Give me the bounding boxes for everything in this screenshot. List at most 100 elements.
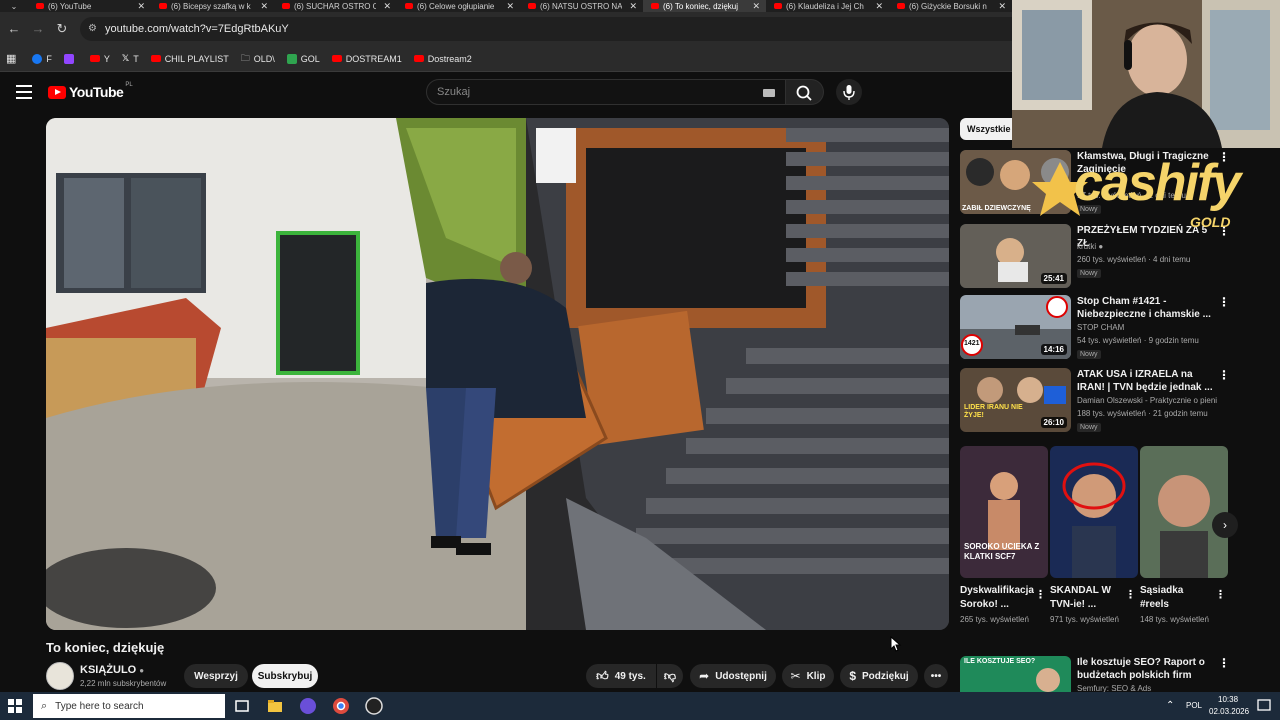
close-tab-icon[interactable]: ✕ — [998, 0, 1006, 12]
menu-icon[interactable] — [16, 85, 32, 99]
youtube-favicon-icon — [36, 3, 44, 9]
bookmark-item[interactable]: Dostream2 — [413, 53, 472, 64]
browser-tab[interactable]: (6) NATSU OSTRO NA ✕ — [520, 0, 643, 12]
file-explorer-icon[interactable] — [265, 696, 285, 716]
tab-search-icon[interactable]: ⌄ — [0, 0, 28, 12]
browser-tab[interactable]: (6) Giżyckie Borsuki n ✕ — [889, 0, 1012, 12]
messenger-app-icon[interactable] — [298, 696, 318, 716]
reload-icon[interactable]: ↻ — [54, 21, 70, 37]
tray-expand-icon[interactable]: ⌃ — [1166, 700, 1174, 711]
keyboard-icon[interactable] — [763, 89, 775, 97]
short-item[interactable]: Sąsiadka #reels 148 tys. wyświetleń ⋮ — [1140, 446, 1228, 626]
notifications-icon[interactable] — [1256, 698, 1272, 714]
clock-time[interactable]: 10:38 — [1218, 695, 1238, 704]
short-item[interactable]: SKANDAL W TVN-ie! ... 971 tys. wyświetle… — [1050, 446, 1138, 626]
back-arrow-icon[interactable]: ← — [6, 21, 22, 37]
video-player[interactable] — [46, 118, 949, 630]
search-input[interactable]: Szukaj — [426, 79, 786, 105]
recommendation-item[interactable]: 1421 14:16 Stop Cham #1421 - Niebezpiecz… — [960, 295, 1280, 361]
bookmark-item[interactable] — [63, 53, 78, 64]
url-bar[interactable]: ⚙ youtube.com/watch?v=7EdgRtbAKuY — [80, 17, 1012, 41]
browser-tab[interactable]: (6) Bicepsy szafką w k ✕ — [151, 0, 274, 12]
thanks-icon: $ — [849, 669, 856, 683]
thumbnail-image — [1050, 446, 1138, 578]
thumbnail-caption: ILE KOSZTUJE SEO? — [964, 658, 1036, 665]
bookmark-item[interactable]: 𝕏T — [122, 53, 139, 64]
shorts-next-arrow-icon[interactable]: › — [1212, 512, 1238, 538]
webcam-overlay — [1012, 0, 1280, 148]
chrome-icon[interactable] — [331, 696, 351, 716]
bookmark-item[interactable]: GOL — [286, 53, 320, 64]
recommendation-meta: 54 tys. wyświetleń · 9 godzin temu — [1077, 336, 1199, 345]
bookmark-item[interactable]: CHIL PLAYLIST — [150, 54, 229, 64]
cashify-gold-text: GOLD — [1190, 214, 1231, 230]
video-duration: 26:10 — [1040, 417, 1067, 428]
close-tab-icon[interactable]: ✕ — [260, 0, 268, 12]
close-tab-icon[interactable]: ✕ — [629, 0, 637, 12]
task-view-icon[interactable] — [232, 696, 252, 716]
short-item[interactable]: SOROKO UCIEKA Z KLATKI SCF7 Dyskwalifika… — [960, 446, 1048, 626]
clip-button[interactable]: ✂ Klip — [782, 664, 834, 688]
verified-icon: ● — [139, 666, 145, 675]
address-bar-row: ← → ↻ ⚙ youtube.com/watch?v=7EdgRtbAKuY — [0, 12, 1012, 46]
taskbar-search-placeholder: Type here to search — [55, 700, 144, 712]
channel-avatar[interactable] — [46, 662, 74, 690]
like-button[interactable]: 👍︎ 49 tys. — [586, 664, 656, 688]
verified-icon: ● — [1098, 242, 1104, 251]
youtube-logo[interactable]: YouTube PL — [48, 82, 133, 100]
recommendation-item[interactable]: LIDER IRANU NIE ŻYJE! 26:10 ATAK USA i I… — [960, 368, 1280, 434]
browser-tab-active[interactable]: (6) To koniec, dziękuj ✕ — [643, 0, 766, 12]
taskbar-search-input[interactable]: ⌕ Type here to search — [33, 694, 225, 718]
tab-title: (6) Klaudeliza i Jej Ch — [786, 1, 864, 11]
browser-tab[interactable]: (6) Klaudeliza i Jej Ch ✕ — [766, 0, 889, 12]
more-vertical-icon[interactable]: ⋮ — [1218, 295, 1230, 309]
youtube-icon — [413, 55, 424, 62]
windows-start-icon[interactable] — [8, 699, 22, 713]
close-tab-icon[interactable]: ✕ — [875, 0, 883, 12]
bookmark-item[interactable]: 🗀 OLD\ — [241, 51, 275, 67]
recommendation-channel: krutki ● — [1077, 242, 1103, 251]
dislike-button[interactable]: 👎︎ — [657, 664, 683, 688]
close-tab-icon[interactable]: ✕ — [752, 0, 760, 12]
forward-arrow-icon[interactable]: → — [30, 21, 46, 37]
tab-title: (6) SUCHAR OSTRO C — [294, 1, 376, 11]
windows-taskbar: ⌕ Type here to search ⌃ POL 10:38 02.03.… — [0, 692, 1280, 720]
short-title: Dyskwalifikacja Soroko! ... — [960, 585, 1034, 610]
support-button[interactable]: Wesprzyj — [184, 664, 248, 688]
more-vertical-icon[interactable]: ⋮ — [1218, 368, 1230, 382]
close-tab-icon[interactable]: ✕ — [383, 0, 391, 12]
clock-date[interactable]: 02.03.2026 — [1209, 707, 1249, 716]
channel-name[interactable]: KSIĄŻULO ● — [80, 664, 144, 676]
filter-chip-all[interactable]: Wszystkie — [960, 118, 1018, 140]
bookmark-item[interactable]: F — [32, 53, 52, 64]
recommendation-channel: STOP CHAM — [1077, 323, 1125, 332]
more-vertical-icon[interactable]: ⋮ — [1035, 588, 1046, 601]
obs-icon[interactable] — [364, 696, 384, 716]
more-vertical-icon[interactable]: ⋮ — [1218, 656, 1230, 670]
search-button[interactable] — [786, 79, 824, 105]
more-actions-button[interactable]: ••• — [924, 664, 948, 688]
language-indicator[interactable]: POL — [1186, 701, 1202, 710]
browser-tab[interactable]: (6) Celowe ogłupianie ✕ — [397, 0, 520, 12]
bookmark-item[interactable]: DOSTREAM1 — [331, 54, 402, 64]
thanks-button[interactable]: $ Podziękuj — [840, 664, 918, 688]
browser-tab[interactable]: (6) YouTube ✕ — [28, 0, 151, 12]
voice-search-button[interactable] — [836, 79, 862, 105]
browser-tab[interactable]: (6) SUCHAR OSTRO C ✕ — [274, 0, 397, 12]
subscriber-count: 2,22 mln subskrybentów — [80, 679, 167, 688]
x-icon: 𝕏 — [121, 53, 130, 63]
recommendation-item[interactable]: ILE KOSZTUJE SEO? Ile kosztuje SEO? Rapo… — [960, 656, 1280, 692]
more-vertical-icon[interactable]: ⋮ — [1125, 588, 1136, 601]
close-tab-icon[interactable]: ✕ — [506, 0, 514, 12]
site-info-icon[interactable]: ⚙ — [88, 23, 100, 35]
video-duration: 14:16 — [1040, 344, 1067, 355]
bookmark-label: Dostream2 — [427, 53, 472, 64]
subscribe-button[interactable]: Subskrybuj — [252, 664, 318, 688]
share-button[interactable]: ➦ Udostępnij — [690, 664, 776, 688]
video-duration: 25:41 — [1040, 273, 1067, 284]
more-vertical-icon[interactable]: ⋮ — [1215, 588, 1226, 601]
country-code: PL — [125, 82, 133, 88]
close-tab-icon[interactable]: ✕ — [137, 0, 145, 12]
bookmark-item[interactable]: Y — [89, 54, 110, 64]
apps-grid-icon[interactable]: ▦ — [6, 52, 16, 65]
